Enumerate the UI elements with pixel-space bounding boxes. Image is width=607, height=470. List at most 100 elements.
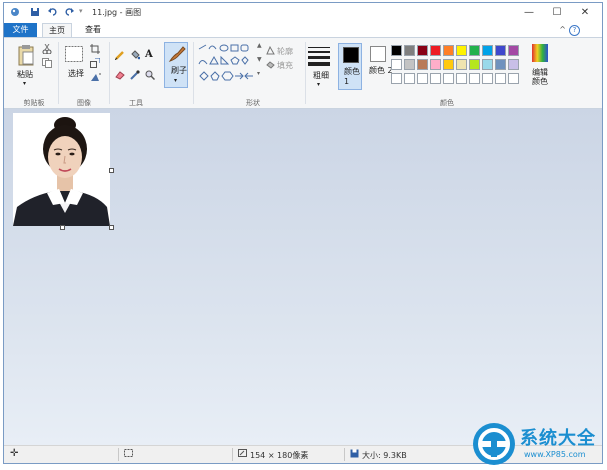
size-lines-icon[interactable] [308,46,330,68]
palette-swatch[interactable] [404,45,415,56]
size-dropdown-icon[interactable]: ▾ [317,81,320,88]
paste-icon[interactable] [18,44,34,68]
palette-swatch[interactable] [391,59,402,70]
outline-label[interactable]: 轮廓 [277,46,293,57]
palette-swatch[interactable] [482,45,493,56]
fill-shape-icon[interactable] [266,60,275,71]
group-divider [193,42,194,104]
palette-swatch[interactable] [456,59,467,70]
palette-swatch[interactable] [404,59,415,70]
palette-swatch[interactable] [404,73,415,84]
palette-swatch[interactable] [482,73,493,84]
eraser-icon[interactable] [115,70,125,82]
palette-swatch[interactable] [495,45,506,56]
color-picker-icon[interactable] [130,70,140,82]
undo-icon[interactable] [48,7,58,17]
resize-handle-right[interactable] [109,168,114,173]
tools-group-label: 工具 [129,99,143,107]
palette-swatch[interactable] [508,59,519,70]
palette-swatch[interactable] [495,73,506,84]
magnifier-icon[interactable] [145,70,156,82]
tab-file[interactable]: 文件 [4,23,37,37]
maximize-button[interactable]: ☐ [544,5,570,21]
clipboard-group-label: 剪贴板 [23,99,45,107]
status-divider [118,448,119,461]
shapes-scroll-up-icon[interactable]: ▲ [257,42,262,49]
palette-swatch[interactable] [417,45,428,56]
brushes-button[interactable]: 刷子 ▾ [164,42,188,88]
size-label: 粗细 [313,71,329,80]
palette-swatch[interactable] [443,59,454,70]
save-icon[interactable] [30,7,40,17]
shapes-group-label: 形状 [246,99,260,107]
select-icon[interactable] [65,46,83,64]
fill-icon[interactable] [130,50,141,62]
edit-colors-label: 编辑颜色 [532,68,548,86]
palette-swatch[interactable] [495,59,506,70]
brushes-label: 刷子 [171,66,187,75]
palette-swatch[interactable] [443,73,454,84]
pencil-icon[interactable] [114,50,125,62]
palette-swatch[interactable] [508,45,519,56]
group-divider [58,42,59,104]
redo-icon[interactable] [64,7,74,17]
image-size-icon [238,449,248,460]
palette-swatch[interactable] [469,73,480,84]
shapes-scroll-down-icon[interactable]: ▼ [257,56,262,63]
palette-swatch[interactable] [430,59,441,70]
group-divider [109,42,110,104]
resize-handle-bottom[interactable] [60,225,65,230]
paste-dropdown-icon[interactable]: ▾ [23,80,26,87]
group-divider [305,42,306,104]
portrait-photo [13,113,110,226]
ribbon-home: 粘贴 ▾ 剪贴板 选择 图像 A 工具 刷子 ▾ ▲ ▼ ▾ 轮廓 填充 形状 … [4,37,602,109]
palette-swatch[interactable] [430,73,441,84]
ribbon-tabs: 文件 主页 查看 ^ ? [4,23,602,37]
resize-icon[interactable] [90,57,101,70]
customize-quick-access-icon[interactable]: ▾ [79,7,89,17]
palette-swatch[interactable] [443,45,454,56]
brush-icon [168,46,186,62]
cut-icon[interactable] [42,43,52,56]
palette-swatch[interactable] [430,45,441,56]
paint-app-icon[interactable] [10,7,20,17]
tab-view[interactable]: 查看 [76,23,110,37]
palette-swatch[interactable] [391,73,402,84]
palette-swatch[interactable] [417,59,428,70]
status-divider [232,448,233,461]
fill-label[interactable]: 填充 [277,60,293,71]
crop-icon[interactable] [90,44,100,56]
shapes-gallery[interactable] [198,44,254,88]
close-button[interactable]: ✕ [572,5,598,21]
brushes-dropdown-icon: ▾ [174,77,178,84]
canvas-image[interactable] [13,113,110,226]
minimize-button[interactable]: — [516,5,542,21]
watermark: 系统大全 www.XP85.com [472,420,607,470]
rotate-icon[interactable] [90,72,102,84]
tab-home[interactable]: 主页 [42,23,72,37]
title-bar: ▾ 11.jpg - 画图 — ☐ ✕ [4,3,602,23]
palette-swatch[interactable] [456,45,467,56]
shapes-expand-icon[interactable]: ▾ [257,70,260,77]
file-size: 大小: 9.3KB [362,451,407,460]
palette-swatch[interactable] [417,73,428,84]
palette-swatch[interactable] [508,73,519,84]
select-label: 选择 [68,69,84,78]
palette-swatch[interactable] [456,73,467,84]
resize-handle-corner[interactable] [109,225,114,230]
text-tool-icon[interactable]: A [145,49,153,60]
color1-button[interactable]: 颜色 1 [338,43,362,90]
color2-button[interactable] [370,46,386,62]
watermark-brand: 系统大全 [520,428,596,449]
help-icon[interactable]: ? [569,25,580,36]
collapse-ribbon-icon[interactable]: ^ [559,25,566,34]
copy-icon[interactable] [42,58,52,70]
paste-label: 粘贴 [17,70,33,79]
edit-colors-icon[interactable] [532,44,548,64]
palette-swatch[interactable] [482,59,493,70]
palette-swatch[interactable] [391,45,402,56]
palette-swatch[interactable] [469,45,480,56]
outline-icon[interactable] [266,45,275,57]
palette-swatch[interactable] [469,59,480,70]
canvas-workspace[interactable] [4,109,602,445]
